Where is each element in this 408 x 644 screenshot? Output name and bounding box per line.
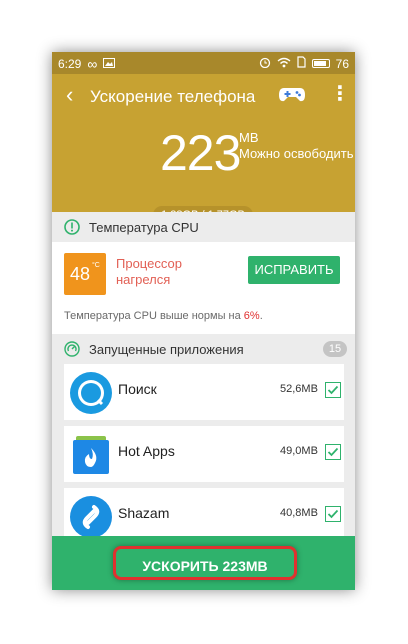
app-row-hot-apps[interactable]: Hot Apps 49,0MB xyxy=(64,426,344,482)
temperature-note: Температура CPU выше нормы на 6%. xyxy=(64,310,263,322)
search-app-icon xyxy=(68,370,114,416)
free-unit: MB xyxy=(239,130,259,145)
app-name: Поиск xyxy=(118,381,157,397)
app-checkbox[interactable] xyxy=(325,382,341,398)
gamepad-icon[interactable] xyxy=(278,84,306,109)
apps-count-badge: 15 xyxy=(323,341,347,357)
note-percent: 6% xyxy=(243,310,260,322)
battery-icon xyxy=(311,59,330,68)
image-icon xyxy=(103,57,116,71)
back-icon[interactable]: ‹ xyxy=(66,84,73,106)
note-text: Температура CPU выше нормы на xyxy=(64,310,244,322)
app-checkbox[interactable] xyxy=(325,506,341,522)
cpu-section-header: Температура CPU xyxy=(52,212,355,242)
hot-apps-icon xyxy=(68,432,114,478)
app-size: 49,0MB xyxy=(280,445,318,457)
apps-section-title: Запущенные приложения xyxy=(89,342,244,357)
running-apps-icon xyxy=(64,341,80,357)
fix-button[interactable]: ИСПРАВИТЬ xyxy=(248,256,340,284)
wifi-icon xyxy=(277,57,291,71)
sim-icon xyxy=(297,56,306,71)
bottom-bar: УСКОРИТЬ 223MB xyxy=(52,536,355,590)
cpu-section-title: Температура CPU xyxy=(89,220,199,235)
cpu-temperature-card: 48 °C Процессор нагрелся ИСПРАВИТЬ Темпе… xyxy=(52,242,355,334)
cpu-alert-icon xyxy=(64,219,80,235)
phone-screen: 6:29 ∞ 76 ‹ Ускорение телефона ⋮ 223 MB … xyxy=(52,52,355,590)
status-bar: 6:29 ∞ 76 xyxy=(52,52,355,74)
temperature-unit: °C xyxy=(92,262,100,269)
overheat-warning: Процессор нагрелся xyxy=(116,256,226,288)
battery-level: 76 xyxy=(335,56,349,71)
temperature-value: 48 xyxy=(70,264,91,284)
apps-section-header: Запущенные приложения 15 xyxy=(52,334,355,364)
boost-button[interactable]: УСКОРИТЬ 223MB xyxy=(113,546,297,580)
app-checkbox[interactable] xyxy=(325,444,341,460)
time: 6:29 xyxy=(58,57,82,71)
warning-line-1: Процессор xyxy=(116,256,182,271)
page-title: Ускорение телефона xyxy=(90,87,256,106)
free-amount: 223 xyxy=(160,125,241,181)
note-suffix: . xyxy=(259,310,263,322)
warning-line-2: нагрелся xyxy=(116,272,171,287)
shazam-icon xyxy=(68,494,114,540)
app-name: Shazam xyxy=(118,505,170,521)
toolbar: ‹ Ускорение телефона ⋮ xyxy=(52,74,355,118)
app-name: Hot Apps xyxy=(118,443,175,459)
alarm-icon xyxy=(259,56,271,71)
free-label: Можно освободить xyxy=(239,146,354,161)
app-size: 52,6MB xyxy=(280,383,318,395)
infinity-icon: ∞ xyxy=(87,56,98,72)
app-size: 40,8MB xyxy=(280,507,318,519)
app-row-search[interactable]: Поиск 52,6MB xyxy=(64,364,344,420)
more-vert-icon[interactable]: ⋮ xyxy=(330,84,350,104)
temperature-badge: 48 °C xyxy=(64,253,106,295)
